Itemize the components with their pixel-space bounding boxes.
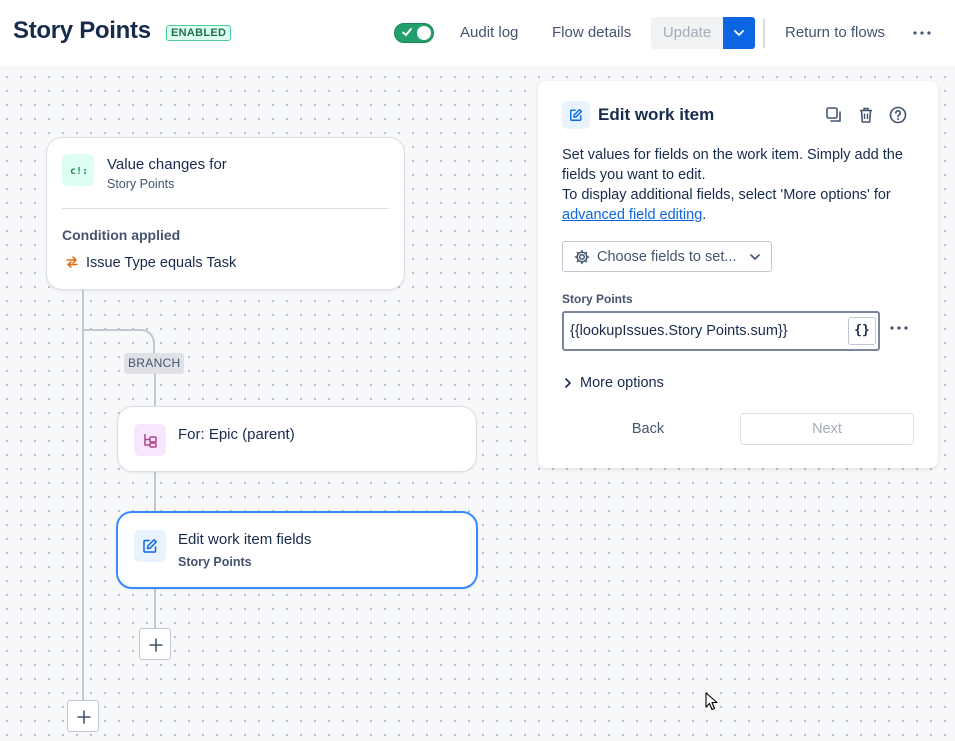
mouse-cursor-icon (705, 692, 718, 711)
header-divider (763, 18, 765, 48)
page-title: Story Points (13, 17, 151, 44)
enable-toggle[interactable] (394, 23, 434, 43)
story-points-value: {{lookupIssues.Story Points.sum}} (570, 323, 788, 339)
svg-text:c!:: c!: (70, 166, 88, 177)
description-text: Set values for fields on the work item. … (562, 147, 903, 183)
more-icon (913, 31, 931, 35)
description-text: To display additional fields, select 'Mo… (562, 187, 891, 203)
divider (62, 208, 389, 209)
gear-icon (574, 249, 590, 265)
edit-icon (143, 539, 157, 553)
branch-node[interactable]: For: Epic (parent) (117, 406, 477, 472)
plus-icon (149, 638, 163, 652)
choose-fields-label: Choose fields to set... (597, 249, 737, 265)
update-dropdown-button[interactable] (723, 17, 755, 49)
swap-icon (66, 256, 78, 268)
trigger-node[interactable]: c!: Value changes for Story Points Condi… (46, 137, 405, 290)
hierarchy-icon (144, 434, 157, 448)
toggle-knob (417, 26, 431, 40)
more-options-label: More options (580, 375, 664, 391)
action-node-subtitle: Story Points (178, 555, 252, 569)
story-points-input[interactable]: {{lookupIssues.Story Points.sum}} {} (562, 311, 880, 351)
panel-icon-box (562, 101, 590, 129)
audit-log-button[interactable]: Audit log (450, 17, 528, 49)
duplicate-button[interactable] (822, 103, 846, 127)
back-button[interactable]: Back (578, 413, 718, 445)
delete-button[interactable] (854, 103, 878, 127)
more-actions-button[interactable] (906, 17, 938, 49)
status-badge: ENABLED (166, 25, 232, 41)
description-end: . (702, 207, 707, 223)
chevron-right-icon (565, 378, 571, 388)
next-button[interactable]: Next (740, 413, 914, 445)
branch-connector-line (154, 471, 156, 512)
branch-icon-box (134, 424, 166, 456)
panel-description: Set values for fields on the work item. … (562, 145, 922, 225)
help-button[interactable] (886, 103, 910, 127)
condition-heading: Condition applied (62, 227, 181, 243)
chevron-down-icon (750, 254, 760, 260)
more-icon (890, 326, 908, 330)
header-bar: Story Points ENABLED Audit log Flow deta… (0, 0, 955, 66)
trigger-icon: c!: (70, 166, 88, 177)
trigger-subtitle: Story Points (107, 177, 175, 191)
smart-value-button[interactable]: {} (848, 317, 876, 345)
field-more-button[interactable] (888, 319, 912, 339)
plus-icon (77, 710, 91, 724)
add-step-button[interactable] (139, 628, 171, 660)
action-node-title: Edit work item fields (178, 531, 312, 548)
add-component-button[interactable] (67, 700, 99, 732)
edit-work-item-panel: Edit work item Set values for fields on … (538, 81, 938, 468)
branch-connector-line (154, 588, 156, 628)
choose-fields-dropdown[interactable]: Choose fields to set... (562, 241, 772, 272)
copy-icon (826, 107, 841, 122)
question-icon (889, 106, 907, 124)
action-node[interactable]: Edit work item fields Story Points (116, 511, 478, 589)
panel-title: Edit work item (598, 105, 715, 124)
branch-node-title: For: Epic (parent) (178, 426, 295, 443)
edit-icon (570, 108, 583, 121)
chevron-down-icon (734, 30, 744, 36)
flow-details-button[interactable]: Flow details (542, 17, 641, 49)
trigger-title: Value changes for (107, 156, 227, 173)
advanced-field-editing-link[interactable]: advanced field editing (562, 207, 702, 223)
check-icon (402, 28, 412, 37)
branch-tag: BRANCH (124, 353, 185, 374)
story-points-label: Story Points (562, 292, 633, 306)
update-button[interactable]: Update (651, 17, 723, 49)
branch-connector-line (154, 374, 156, 407)
condition-text: Issue Type equals Task (86, 255, 237, 271)
action-icon-box (134, 530, 166, 562)
return-to-flows-button[interactable]: Return to flows (775, 17, 895, 49)
trigger-icon-box: c!: (62, 154, 94, 186)
trash-icon (860, 107, 872, 123)
